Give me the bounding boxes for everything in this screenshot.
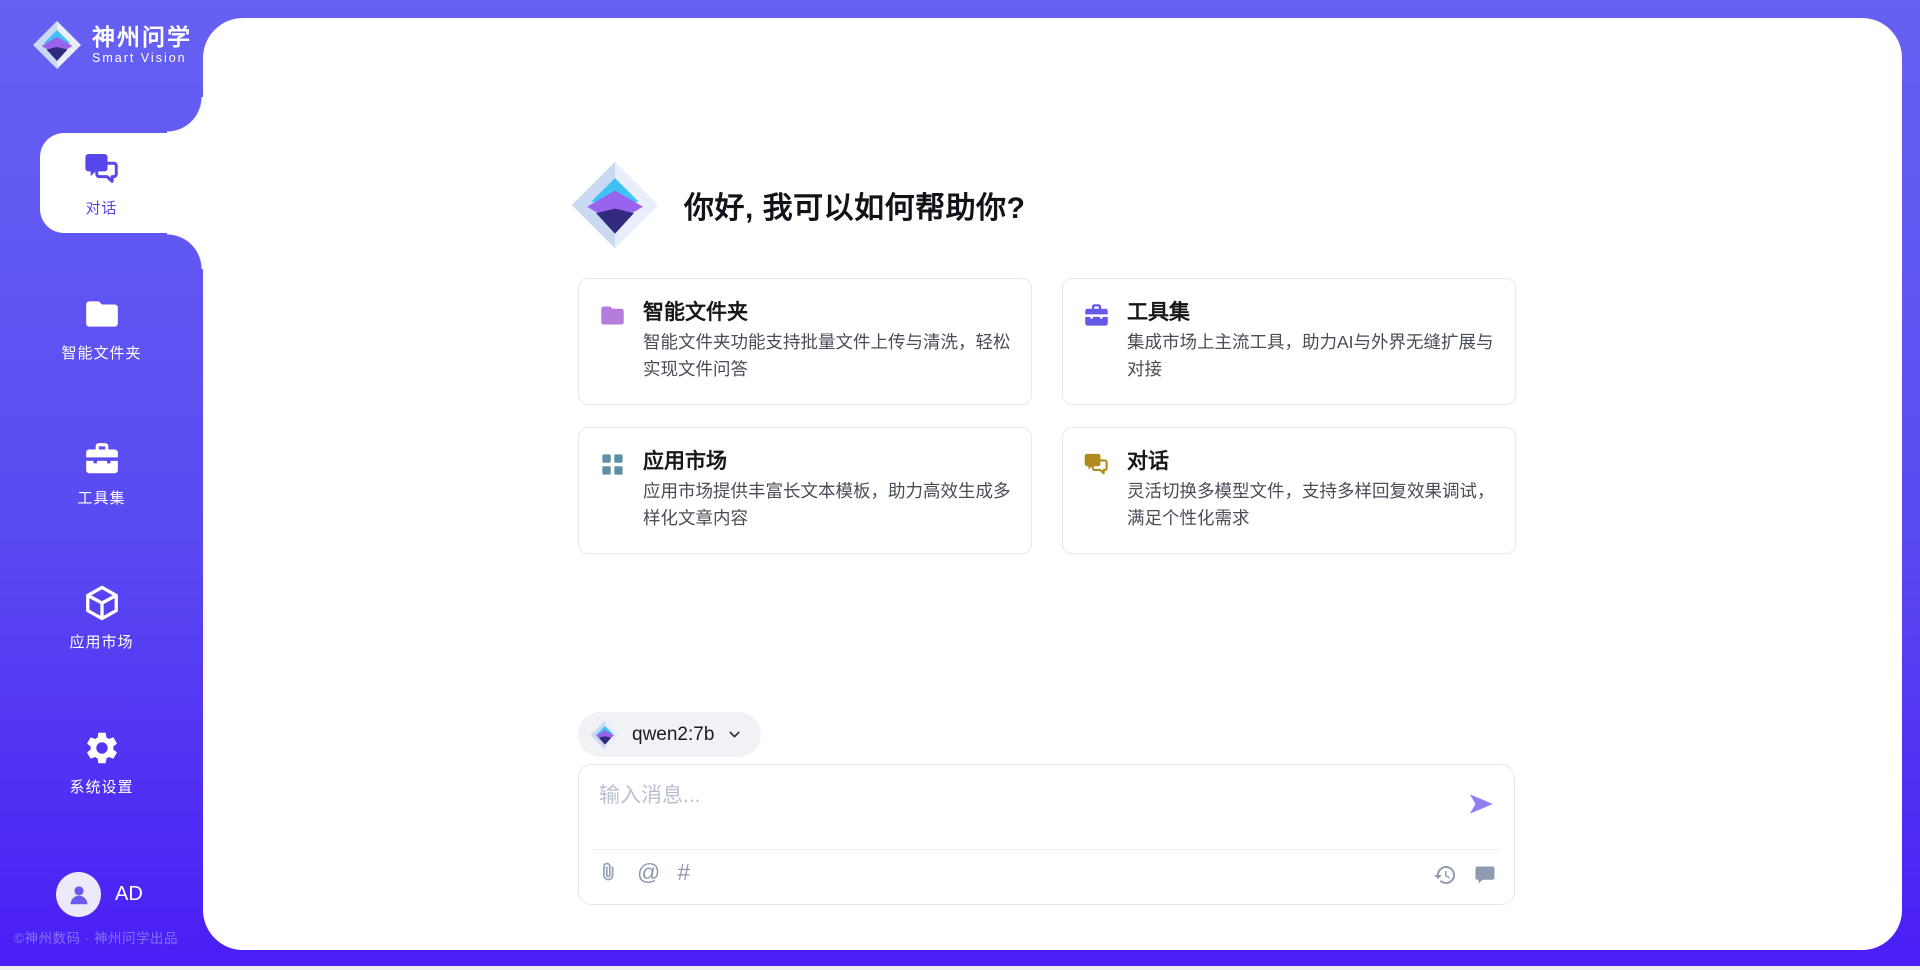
person-icon (66, 882, 92, 908)
hash-icon[interactable]: # (677, 860, 690, 884)
app-logo: 神州问学 Smart Vision (32, 20, 192, 70)
card-smart-folder[interactable]: 智能文件夹 智能文件夹功能支持批量文件上传与清洗，轻松实现文件问答 (578, 278, 1032, 405)
brand-diamond-icon (32, 20, 82, 70)
message-composer: @ # (578, 764, 1515, 905)
card-app-market[interactable]: 应用市场 应用市场提供丰富长文本模板，助力高效生成多样化文章内容 (578, 427, 1032, 554)
sidebar-item-toolset[interactable]: 工具集 (0, 440, 203, 508)
folder-icon (83, 295, 121, 333)
card-title: 对话 (1127, 445, 1169, 475)
brand-name: 神州问学 (92, 24, 192, 50)
bottom-edge-strip (0, 966, 1920, 970)
chat-filled-icon[interactable] (1473, 863, 1497, 887)
sidebar-item-smart-folder[interactable]: 智能文件夹 (0, 295, 203, 363)
sidebar-item-label: 系统设置 (69, 776, 133, 797)
sidebar-item-label: 工具集 (77, 487, 125, 508)
sidebar-item-label: 应用市场 (69, 631, 133, 652)
grid-blocks-icon (599, 451, 626, 483)
model-name: qwen2:7b (632, 724, 714, 746)
sidebar: 神州问学 Smart Vision 对话 智能文件夹 工具集 应用市场 系统设置… (0, 0, 203, 970)
avatar (56, 872, 101, 917)
active-tab-curve-bottom (167, 233, 203, 269)
composer-tools-right (1433, 863, 1497, 887)
card-description: 应用市场提供丰富长文本模板，助力高效生成多样化文章内容 (643, 478, 1027, 532)
card-chat[interactable]: 对话 灵活切换多模型文件，支持多样回复效果调试，满足个性化需求 (1062, 427, 1516, 554)
send-plane-icon (1466, 789, 1496, 819)
sidebar-item-label: 对话 (85, 197, 117, 218)
sidebar-item-settings[interactable]: 系统设置 (0, 729, 203, 797)
card-description: 智能文件夹功能支持批量文件上传与清洗，轻松实现文件问答 (643, 329, 1027, 383)
sidebar-item-label: 智能文件夹 (61, 342, 141, 363)
card-description: 集成市场上主流工具，助力AI与外界无缝扩展与对接 (1127, 329, 1511, 383)
composer-tools-left: @ # (596, 860, 690, 884)
gear-icon (83, 729, 121, 767)
history-icon[interactable] (1433, 863, 1457, 887)
paperclip-icon[interactable] (596, 860, 620, 884)
card-title: 应用市场 (643, 445, 727, 475)
cube-icon (83, 584, 121, 622)
brand-subtitle: Smart Vision (92, 50, 192, 66)
folder-open-icon (599, 302, 626, 334)
active-tab-curve-top (167, 97, 203, 133)
greeting-text: 你好, 我可以如何帮助你? (684, 183, 1026, 227)
greeting-block: 你好, 我可以如何帮助你? (570, 160, 1026, 250)
at-icon[interactable]: @ (637, 860, 660, 884)
card-toolset[interactable]: 工具集 集成市场上主流工具，助力AI与外界无缝扩展与对接 (1062, 278, 1516, 405)
sidebar-item-chat[interactable]: 对话 (0, 150, 203, 218)
message-input[interactable] (599, 779, 1449, 841)
chat-bubbles-icon (83, 150, 121, 188)
composer-divider (593, 849, 1500, 850)
user-initials: AD (115, 883, 143, 906)
send-button[interactable] (1466, 789, 1496, 819)
card-title: 工具集 (1127, 296, 1190, 326)
card-description: 灵活切换多模型文件，支持多样回复效果调试，满足个性化需求 (1127, 478, 1511, 532)
toolbox-icon (1083, 302, 1110, 334)
toolbox-icon (83, 440, 121, 478)
model-selector[interactable]: qwen2:7b (578, 712, 761, 757)
chevron-down-icon (726, 726, 743, 743)
brand-diamond-icon (570, 160, 660, 250)
user-account[interactable]: AD (56, 872, 143, 917)
copyright-text: ©神州数码 · 神州问学出品 (14, 927, 178, 947)
card-title: 智能文件夹 (643, 296, 748, 326)
brand-diamond-icon (590, 720, 620, 750)
sidebar-item-app-market[interactable]: 应用市场 (0, 584, 203, 652)
chat-bubbles-icon (1083, 451, 1110, 483)
